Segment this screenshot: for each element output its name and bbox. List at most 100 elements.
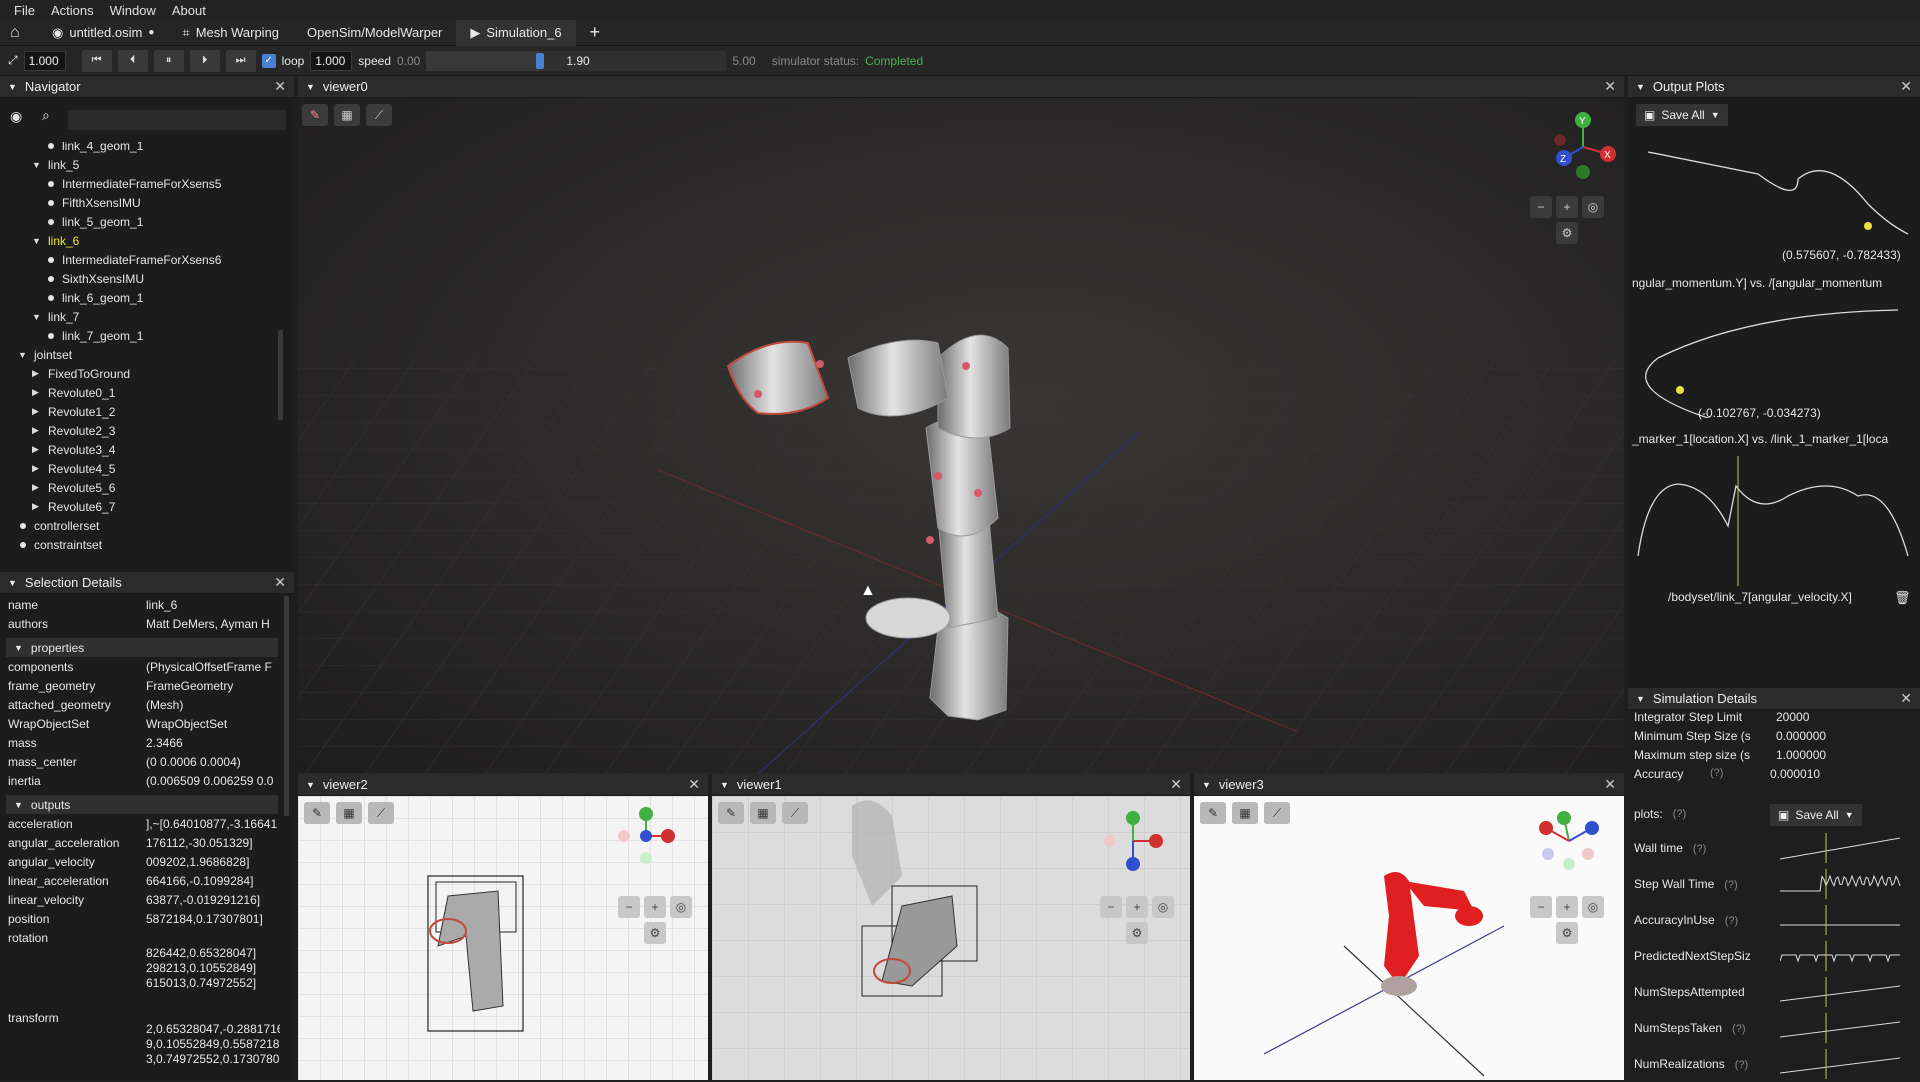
step-forward-button[interactable]: ⏵	[189, 49, 220, 72]
trash-icon[interactable]: 🗑	[1894, 590, 1911, 606]
zoom-out-icon[interactable]: −	[1530, 896, 1552, 918]
zoom-in-icon[interactable]: +	[1126, 896, 1148, 918]
collapsed-icon[interactable]: ▶	[32, 406, 42, 417]
tree-item[interactable]: ▶ Revolute2_3	[32, 421, 115, 440]
gear-icon[interactable]: ⚙	[644, 922, 666, 944]
collapse-icon[interactable]: ▼	[1636, 694, 1645, 704]
collapsed-icon[interactable]: ▶	[32, 387, 42, 398]
tree-item[interactable]: ▼ jointset	[18, 345, 72, 364]
zoom-out-icon[interactable]: −	[618, 896, 640, 918]
tree-item[interactable]: ▼ link_5	[32, 155, 79, 174]
collapsed-icon[interactable]: ▶	[32, 444, 42, 455]
expanded-icon[interactable]: ▼	[32, 312, 42, 322]
close-icon[interactable]: ✕	[274, 574, 286, 591]
tree-item[interactable]: FifthXsensIMU	[46, 193, 141, 212]
tab-mesh-warping[interactable]: ⌗ Mesh Warping	[168, 20, 293, 46]
viewer1[interactable]: ✎ ▦ ⟋ − + ◎ ⚙	[712, 796, 1190, 1080]
sim-plot-row[interactable]: NumRealizations (?)	[1634, 1046, 1914, 1082]
tree-item[interactable]: link_6_geom_1	[46, 288, 143, 307]
sim-plot-row[interactable]: PredictedNextStepSiz	[1634, 938, 1914, 974]
bullet-icon[interactable]	[48, 218, 54, 225]
time-slider[interactable]: 1.90	[426, 50, 727, 71]
collapse-icon[interactable]: ▼	[306, 780, 315, 790]
loop-input[interactable]: 1.000	[310, 50, 353, 71]
help-icon[interactable]: (?)	[1732, 1023, 1745, 1035]
properties-section[interactable]: ▼ properties	[6, 638, 278, 657]
property-value[interactable]: WrapObjectSet	[138, 717, 280, 736]
search-input[interactable]	[68, 110, 286, 130]
tree-item[interactable]: ▶ Revolute5_6	[32, 478, 115, 497]
tree-item[interactable]: ▶ Revolute3_4	[32, 440, 115, 459]
bullet-icon[interactable]	[48, 294, 54, 301]
help-icon[interactable]: (?)	[1724, 879, 1737, 891]
scene-icon[interactable]: ▦	[334, 104, 360, 126]
axes-gizmo[interactable]	[1098, 806, 1168, 876]
tree-item[interactable]: link_4_geom_1	[46, 142, 143, 155]
bullet-icon[interactable]	[48, 275, 54, 282]
gear-icon[interactable]: ⚙	[1126, 922, 1148, 944]
property-value[interactable]: (Mesh)	[138, 698, 280, 717]
tab-simulation[interactable]: ▶ Simulation_6	[456, 19, 576, 46]
sim-plot-row[interactable]: Step Wall Time (?)	[1634, 866, 1914, 902]
property-value[interactable]: 664166,-0.1099284]	[138, 874, 280, 893]
collapsed-icon[interactable]: ▶	[32, 482, 42, 493]
zoom-in-icon[interactable]: +	[1556, 896, 1578, 918]
close-icon[interactable]: ✕	[1604, 776, 1616, 793]
tree-item[interactable]: ▶ FixedToGround	[32, 364, 130, 383]
collapse-icon[interactable]: ▼	[8, 578, 17, 588]
collapsed-icon[interactable]: ▶	[32, 368, 42, 379]
property-value[interactable]: FrameGeometry	[138, 679, 280, 698]
gear-icon[interactable]: ⚙	[1556, 922, 1578, 944]
close-icon[interactable]: ✕	[1900, 690, 1912, 707]
property-value[interactable]: Matt DeMers, Ayman H	[138, 617, 280, 636]
save-all-button[interactable]: ▣ Save All ▼	[1770, 804, 1862, 826]
collapse-icon[interactable]: ▼	[8, 82, 17, 92]
zoom-in-icon[interactable]: +	[644, 896, 666, 918]
menu-about[interactable]: About	[164, 3, 214, 18]
step-back-button[interactable]: ⏴	[117, 49, 148, 72]
collapse-icon[interactable]: ▼	[1202, 780, 1211, 790]
axes-gizmo[interactable]	[1534, 806, 1604, 876]
zoom-out-icon[interactable]: −	[1100, 896, 1122, 918]
bullet-icon[interactable]	[48, 180, 54, 187]
collapse-icon[interactable]: ▼	[306, 82, 315, 92]
expanded-icon[interactable]: ▼	[18, 350, 28, 360]
plot-angular-velocity[interactable]	[1628, 456, 1920, 586]
gear-icon[interactable]: ⚙	[1556, 222, 1578, 244]
tab-model[interactable]: ◉ untitled.osim ●	[38, 20, 168, 46]
help-icon[interactable]: (?)	[1693, 843, 1706, 855]
tab-model-warper[interactable]: OpenSim/ModelWarper	[293, 20, 456, 46]
property-value[interactable]: link_6	[138, 598, 280, 617]
tree-item[interactable]: ▶ Revolute0_1	[32, 383, 115, 402]
scrollbar[interactable]	[278, 330, 283, 420]
bullet-icon[interactable]	[20, 522, 26, 529]
save-all-button[interactable]: ▣ Save All ▼	[1636, 104, 1728, 126]
close-icon[interactable]: ✕	[1900, 78, 1912, 95]
menu-file[interactable]: File	[6, 3, 43, 18]
collapsed-icon[interactable]: ▶	[32, 463, 42, 474]
help-icon[interactable]: (?)	[1725, 915, 1738, 927]
home-icon[interactable]: ⌂	[10, 24, 38, 42]
plot-marker-location[interactable]	[1628, 298, 1920, 418]
expanded-icon[interactable]: ▼	[32, 160, 42, 170]
property-value[interactable]: (0.006509 0.006259 0.0	[138, 774, 280, 793]
outputs-section[interactable]: ▼ outputs	[6, 795, 278, 814]
help-icon[interactable]: (?)	[1735, 1059, 1748, 1071]
tree-item[interactable]: IntermediateFrameForXsens5	[46, 174, 221, 193]
property-value[interactable]: 3,0.74972552,0.17307801	[138, 1052, 280, 1071]
close-icon[interactable]: ✕	[274, 78, 286, 95]
zoom-out-icon[interactable]: −	[1530, 196, 1552, 218]
viewer3[interactable]: ✎ ▦ ⟋ − + ◎ ⚙	[1194, 796, 1624, 1080]
help-icon[interactable]: (?)	[1673, 808, 1686, 820]
skip-to-start-button[interactable]: ⏮	[81, 49, 112, 72]
scale-input[interactable]: 1.000	[23, 50, 66, 71]
property-value[interactable]: 2.3466	[138, 736, 280, 755]
tree-item[interactable]: constraintset	[18, 535, 102, 554]
tree-item[interactable]: ▼ link_6	[32, 231, 79, 250]
property-value[interactable]: 009202,1.9686828]	[138, 855, 280, 874]
zoom-fit-icon[interactable]: ◎	[670, 896, 692, 918]
sim-plot-row[interactable]: AccuracyInUse (?)	[1634, 902, 1914, 938]
tree-item[interactable]: link_5_geom_1	[46, 212, 143, 231]
viewer2[interactable]: ✎ ▦ ⟋ − + ◎ ⚙	[298, 796, 708, 1080]
tree-item[interactable]: link_7_geom_1	[46, 326, 143, 345]
